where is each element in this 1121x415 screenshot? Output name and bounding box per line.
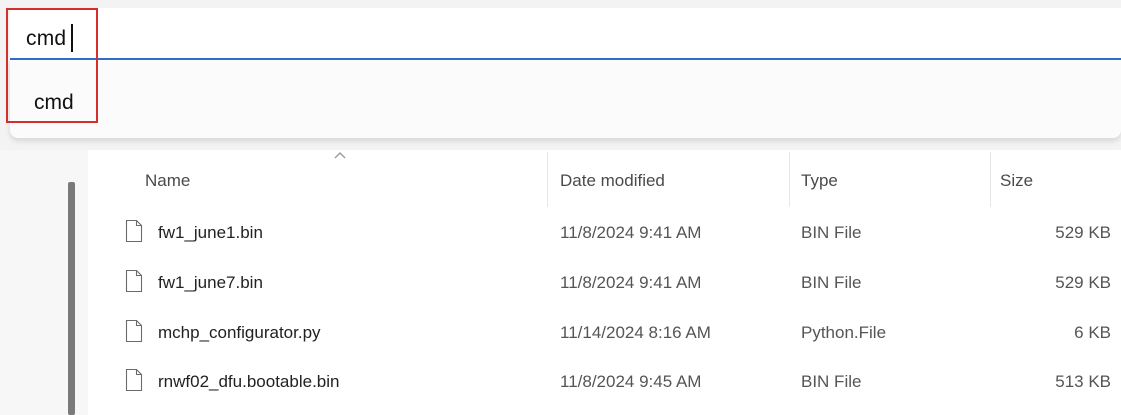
sort-up-icon [334, 152, 346, 159]
column-header-date-modified[interactable]: Date modified [560, 171, 665, 191]
file-name[interactable]: rnwf02_dfu.bootable.bin [158, 372, 339, 392]
column-separator[interactable] [789, 152, 790, 207]
annotation-highlight-box [6, 8, 98, 123]
address-bar-input[interactable]: cmd [10, 8, 1121, 60]
navigation-scrollbar[interactable] [68, 182, 75, 415]
column-separator[interactable] [547, 152, 548, 207]
file-name[interactable]: fw1_june1.bin [158, 223, 263, 243]
autocomplete-dropdown [10, 60, 1121, 138]
column-header-size[interactable]: Size [1000, 171, 1033, 191]
file-icon [125, 269, 143, 293]
file-row[interactable]: fw1_june1.bin 11/8/2024 9:41 AM BIN File… [100, 214, 1121, 254]
file-size: 513 KB [1055, 372, 1111, 391]
file-size: 529 KB [1055, 223, 1111, 242]
file-row[interactable]: mchp_configurator.py 11/14/2024 8:16 AM … [100, 314, 1121, 354]
file-type: BIN File [801, 273, 862, 292]
file-date-modified: 11/8/2024 9:45 AM [560, 372, 702, 391]
file-type: BIN File [801, 223, 862, 242]
file-size: 6 KB [1074, 323, 1111, 342]
column-header-name[interactable]: Name [145, 171, 190, 191]
file-icon [125, 319, 143, 343]
file-date-modified: 11/8/2024 9:41 AM [560, 273, 702, 292]
file-date-modified: 11/14/2024 8:16 AM [560, 323, 711, 342]
column-header-type[interactable]: Type [801, 171, 838, 191]
column-separator[interactable] [990, 152, 991, 207]
file-size: 529 KB [1055, 273, 1111, 292]
file-type: BIN File [801, 372, 862, 391]
file-name[interactable]: mchp_configurator.py [158, 323, 321, 343]
file-date-modified: 11/8/2024 9:41 AM [560, 223, 702, 242]
file-icon [125, 219, 143, 243]
file-type: Python.File [801, 323, 887, 342]
file-row[interactable]: rnwf02_dfu.bootable.bin 11/8/2024 9:45 A… [100, 363, 1121, 403]
file-name[interactable]: fw1_june7.bin [158, 273, 263, 293]
file-icon [125, 368, 143, 392]
file-row[interactable]: fw1_june7.bin 11/8/2024 9:41 AM BIN File… [100, 264, 1121, 304]
